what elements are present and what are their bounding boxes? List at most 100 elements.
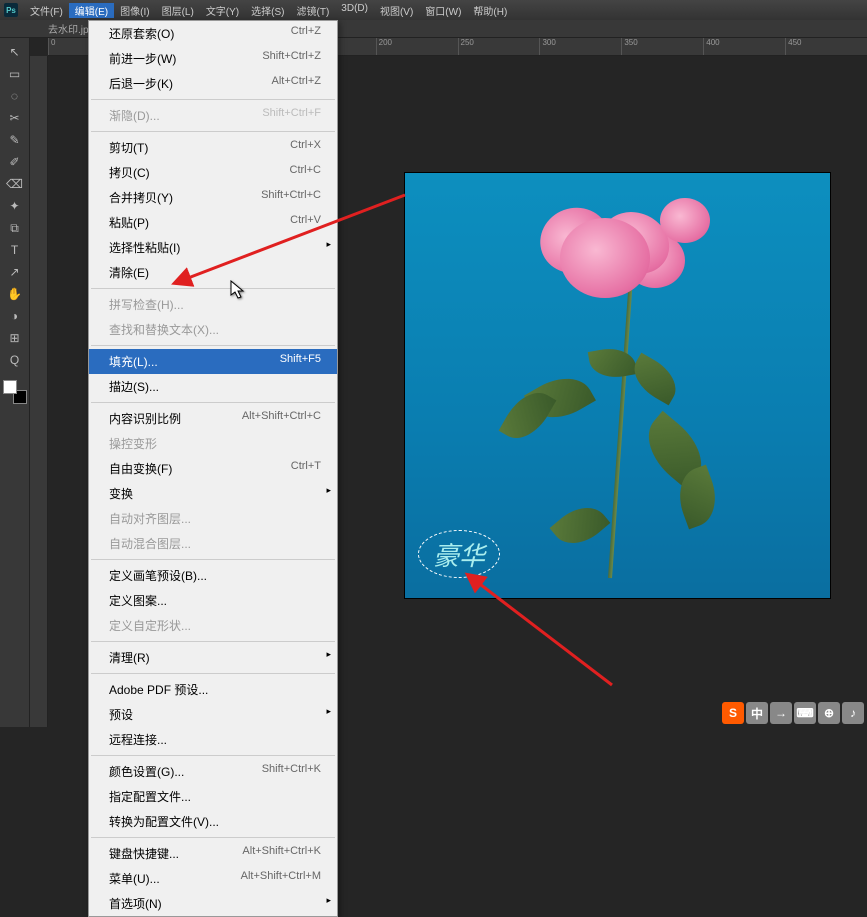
menu-item-label: 清除(E) xyxy=(109,264,149,281)
menu-item-label: 拷贝(C) xyxy=(109,164,150,181)
ruler-vertical xyxy=(30,56,48,727)
menu-item-shortcut: Ctrl+V xyxy=(290,214,321,231)
tool-14[interactable]: Q xyxy=(4,350,26,370)
color-swatches[interactable] xyxy=(3,380,27,404)
menu-item-label: 自动对齐图层... xyxy=(109,510,191,527)
menu-item-label: 粘贴(P) xyxy=(109,214,149,231)
tool-6[interactable]: ⌫ xyxy=(4,174,26,194)
menu-separator xyxy=(91,288,335,289)
menu-item-26[interactable]: 定义画笔预设(B)... xyxy=(89,563,337,588)
menu-item-label: 剪切(T) xyxy=(109,139,148,156)
menu-item-label: 定义自定形状... xyxy=(109,617,191,634)
menu-item-9[interactable]: 粘贴(P) Ctrl+V xyxy=(89,210,337,235)
menu-item-label: 还原套索(O) xyxy=(109,25,174,42)
menu-item-4: 渐隐(D)...Shift+Ctrl+F xyxy=(89,103,337,128)
menu-0[interactable]: 文件(F) xyxy=(24,3,69,18)
menu-3[interactable]: 图层(L) xyxy=(156,3,200,18)
menu-item-8[interactable]: 合并拷贝(Y)Shift+Ctrl+C xyxy=(89,185,337,210)
menubar: Ps 文件(F)编辑(E)图像(I)图层(L)文字(Y)选择(S)滤镜(T)3D… xyxy=(0,0,867,20)
menu-item-38[interactable]: 转换为配置文件(V)... xyxy=(89,809,337,834)
tool-12[interactable]: ◑ xyxy=(4,306,26,326)
ime-arrow-icon[interactable]: → xyxy=(770,702,792,724)
menu-item-label: 查找和替换文本(X)... xyxy=(109,321,219,338)
menu-item-37[interactable]: 指定配置文件... xyxy=(89,784,337,809)
menu-item-41[interactable]: 菜单(U)...Alt+Shift+Ctrl+M xyxy=(89,866,337,891)
tool-11[interactable]: ✋ xyxy=(4,284,26,304)
tool-8[interactable]: ⧉ xyxy=(4,218,26,238)
menu-item-22[interactable]: 变换 xyxy=(89,481,337,506)
menu-item-label: 描边(S)... xyxy=(109,378,159,395)
menu-item-1[interactable]: 前进一步(W)Shift+Ctrl+Z xyxy=(89,46,337,71)
menu-8[interactable]: 视图(V) xyxy=(374,3,419,18)
tool-1[interactable]: ▭ xyxy=(4,64,26,84)
tool-13[interactable]: ⊞ xyxy=(4,328,26,348)
menu-item-2[interactable]: 后退一步(K)Alt+Ctrl+Z xyxy=(89,71,337,96)
menu-item-shortcut: Shift+F5 xyxy=(280,353,321,370)
menu-item-34[interactable]: 远程连接... xyxy=(89,727,337,752)
canvas[interactable]: 豪华 xyxy=(405,173,830,598)
menu-9[interactable]: 窗口(W) xyxy=(419,3,467,18)
menu-10[interactable]: 帮助(H) xyxy=(467,3,513,18)
flower-image xyxy=(470,198,710,578)
menu-4[interactable]: 文字(Y) xyxy=(200,3,245,18)
menu-item-label: 操控变形 xyxy=(109,435,157,452)
tool-7[interactable]: ✦ xyxy=(4,196,26,216)
menu-item-0[interactable]: 还原套索(O)Ctrl+Z xyxy=(89,21,337,46)
tool-9[interactable]: T xyxy=(4,240,26,260)
menu-item-label: 选择性粘贴(I) xyxy=(109,239,180,256)
menu-item-7[interactable]: 拷贝(C)Ctrl+C xyxy=(89,160,337,185)
menu-item-21[interactable]: 自由变换(F)Ctrl+T xyxy=(89,456,337,481)
menu-item-16[interactable]: 填充(L)... Shift+F5 xyxy=(89,349,337,374)
menu-5[interactable]: 选择(S) xyxy=(245,3,290,18)
menu-separator xyxy=(91,673,335,674)
menu-item-label: 内容识别比例 xyxy=(109,410,181,427)
menu-item-label: 拼写检查(H)... xyxy=(109,296,184,313)
tool-5[interactable]: ✐ xyxy=(4,152,26,172)
tool-0[interactable]: ↖ xyxy=(4,42,26,62)
ime-sound-icon[interactable]: ♪ xyxy=(842,702,864,724)
menu-item-33[interactable]: 预设 xyxy=(89,702,337,727)
menu-item-17[interactable]: 描边(S)... xyxy=(89,374,337,399)
menu-item-shortcut: Alt+Shift+Ctrl+M xyxy=(241,870,321,887)
menu-item-14: 查找和替换文本(X)... xyxy=(89,317,337,342)
menu-item-shortcut: Alt+Ctrl+Z xyxy=(271,75,321,92)
menu-2[interactable]: 图像(I) xyxy=(114,3,155,18)
menu-1[interactable]: 编辑(E) xyxy=(69,3,114,18)
tool-3[interactable]: ✂ xyxy=(4,108,26,128)
ime-keyboard-icon[interactable]: ⌨ xyxy=(794,702,816,724)
ime-settings-icon[interactable]: ⊕ xyxy=(818,702,840,724)
watermark-selection[interactable]: 豪华 xyxy=(418,530,500,578)
menu-6[interactable]: 滤镜(T) xyxy=(291,3,336,18)
ime-sogou-icon[interactable]: S xyxy=(722,702,744,724)
tool-2[interactable]: ◌ xyxy=(4,86,26,106)
menu-item-shortcut: Ctrl+T xyxy=(291,460,321,477)
ruler-tick: 350 xyxy=(621,38,703,55)
menu-item-20: 操控变形 xyxy=(89,431,337,456)
menu-item-label: 填充(L)... xyxy=(109,353,158,370)
menu-item-30[interactable]: 清理(R) xyxy=(89,645,337,670)
menu-item-42[interactable]: 首选项(N) xyxy=(89,891,337,916)
edit-menu[interactable]: 还原套索(O)Ctrl+Z前进一步(W)Shift+Ctrl+Z后退一步(K)A… xyxy=(88,20,338,917)
menu-item-label: 远程连接... xyxy=(109,731,167,748)
menu-separator xyxy=(91,559,335,560)
menu-separator xyxy=(91,131,335,132)
tool-4[interactable]: ✎ xyxy=(4,130,26,150)
menu-item-6[interactable]: 剪切(T)Ctrl+X xyxy=(89,135,337,160)
menu-item-24: 自动混合图层... xyxy=(89,531,337,556)
menu-item-36[interactable]: 颜色设置(G)...Shift+Ctrl+K xyxy=(89,759,337,784)
tool-10[interactable]: ↗ xyxy=(4,262,26,282)
menu-item-27[interactable]: 定义图案... xyxy=(89,588,337,613)
menu-item-40[interactable]: 键盘快捷键...Alt+Shift+Ctrl+K xyxy=(89,841,337,866)
menu-item-11[interactable]: 清除(E) xyxy=(89,260,337,285)
menu-item-32[interactable]: Adobe PDF 预设... xyxy=(89,677,337,702)
menu-item-label: 转换为配置文件(V)... xyxy=(109,813,219,830)
ime-chinese-icon[interactable]: 中 xyxy=(746,702,768,724)
menu-item-label: 预设 xyxy=(109,706,133,723)
menu-item-label: 指定配置文件... xyxy=(109,788,191,805)
menu-item-shortcut: Shift+Ctrl+C xyxy=(261,189,321,206)
menu-item-13: 拼写检查(H)... xyxy=(89,292,337,317)
menu-item-10[interactable]: 选择性粘贴(I) xyxy=(89,235,337,260)
menu-item-19[interactable]: 内容识别比例Alt+Shift+Ctrl+C xyxy=(89,406,337,431)
watermark-text: 豪华 xyxy=(433,536,485,573)
menu-7[interactable]: 3D(D) xyxy=(335,3,374,18)
